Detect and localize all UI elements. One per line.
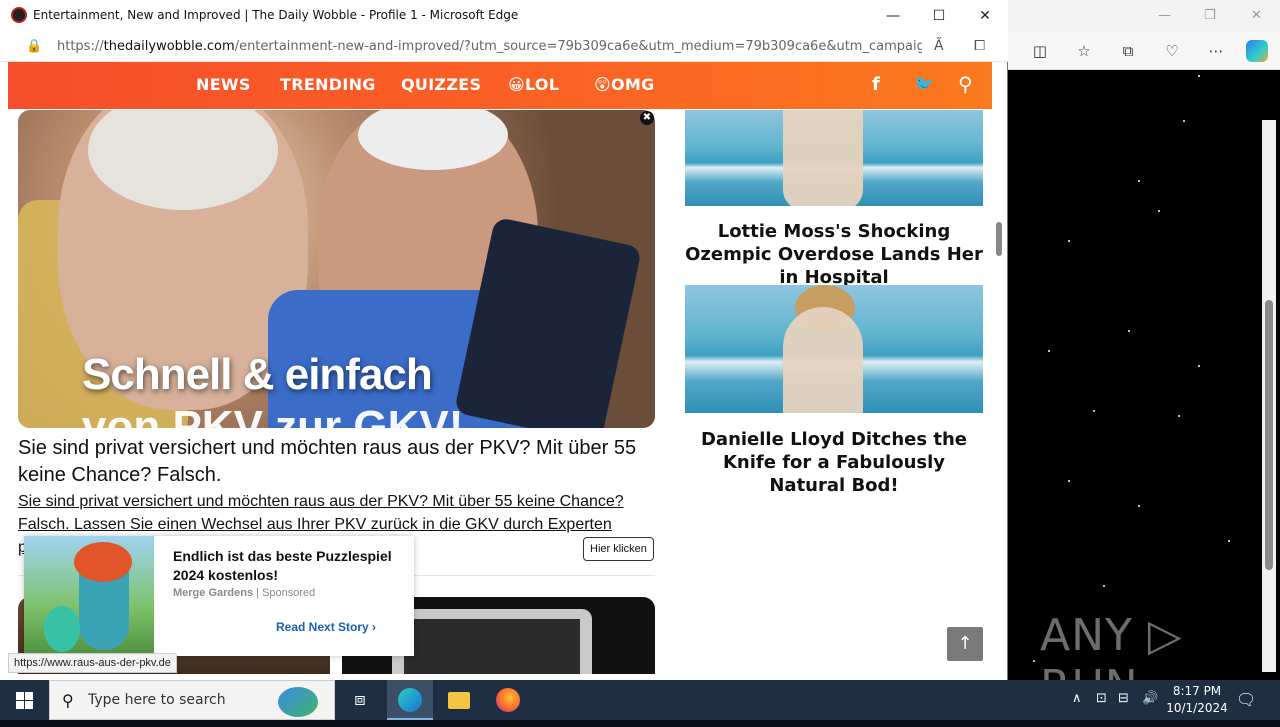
minimize-button[interactable]: —: [870, 4, 916, 28]
edge-taskbar-icon[interactable]: [387, 680, 433, 720]
task-view-icon[interactable]: ⧈: [337, 680, 383, 720]
app-available-icon[interactable]: ⧠: [974, 38, 985, 54]
split-screen-icon[interactable]: ◫: [1030, 41, 1050, 61]
maximize-button[interactable]: ☐: [916, 4, 962, 28]
hier-klicken-button[interactable]: Hier klicken: [583, 537, 654, 561]
twitter-icon[interactable]: 🐦: [914, 74, 934, 93]
browser-window: Entertainment, New and Improved | The Da…: [0, 0, 1008, 680]
taskbar-search-box[interactable]: ⚲ Type here to search: [49, 680, 335, 720]
sidebar-story-image-2[interactable]: [685, 285, 983, 413]
sidebar-story-image-1[interactable]: [685, 110, 983, 206]
url-text[interactable]: https://thedailywobble.com/entertainment…: [57, 39, 922, 54]
close-icon[interactable]: ✕: [1251, 8, 1262, 23]
start-button[interactable]: [0, 680, 48, 720]
popup-title[interactable]: Endlich ist das beste Puzzlespiel 2024 k…: [173, 547, 403, 585]
chevron-up-icon[interactable]: ∧: [1072, 691, 1082, 706]
right-scrollbar[interactable]: [1262, 120, 1276, 672]
nav-lol[interactable]: 😀LOL: [508, 75, 559, 94]
nav-quizzes[interactable]: QUIZZES: [401, 75, 481, 94]
nav-news[interactable]: NEWS: [196, 75, 251, 94]
read-aloud-icon[interactable]: A̋: [934, 38, 944, 54]
more-icon[interactable]: ⋯: [1206, 41, 1226, 61]
firefox-icon[interactable]: [485, 680, 531, 720]
lock-icon[interactable]: 🔒: [26, 39, 42, 54]
close-button[interactable]: ✕: [962, 4, 1008, 28]
close-ad-icon[interactable]: ✖: [640, 111, 654, 125]
window-title: Entertainment, New and Improved | The Da…: [33, 8, 519, 22]
sidebar-story-title-2[interactable]: Danielle Lloyd Ditches the Knife for a F…: [685, 428, 983, 497]
title-bar: Entertainment, New and Improved | The Da…: [0, 0, 1008, 32]
nav-trending[interactable]: TRENDING: [280, 75, 376, 94]
article-hero-image[interactable]: Schnell & einfach von PKV zur GKV!: [18, 110, 655, 428]
desktop-background: [1008, 0, 1280, 680]
notifications-icon[interactable]: 🗨: [1236, 690, 1256, 709]
puzzle-game-image[interactable]: [24, 536, 154, 656]
nav-omg[interactable]: 😲OMG: [594, 75, 655, 94]
restore-icon[interactable]: ❐: [1204, 8, 1216, 23]
search-icon[interactable]: ⚲: [958, 72, 973, 96]
taskbar: ⚲ Type here to search ⧈ ∧ ⊡ ⊟ 🔊 8:17 PM …: [0, 680, 1280, 720]
sidebar-story-title-1[interactable]: Lottie Moss's Shocking Ozempic Overdose …: [685, 220, 983, 289]
meet-now-icon[interactable]: ⊡: [1096, 691, 1107, 706]
edge-toolbar: ◫ ☆ ⧉ ♡ ⋯: [1008, 32, 1280, 70]
address-bar[interactable]: 🔒 https://thedailywobble.com/entertainme…: [0, 32, 1008, 62]
network-icon[interactable]: ⊟: [1118, 691, 1129, 706]
facebook-icon[interactable]: f: [872, 74, 880, 95]
site-favicon-icon: [11, 7, 27, 23]
search-icon: ⚲: [62, 691, 74, 710]
minimize-icon[interactable]: —: [1158, 8, 1171, 23]
search-highlight-icon: [278, 687, 318, 717]
hero-caption-cut: von PKV zur GKV!: [82, 402, 464, 428]
background-window-controls: — ❐ ✕: [1008, 0, 1280, 32]
search-placeholder: Type here to search: [88, 692, 226, 708]
browser-essentials-icon[interactable]: ♡: [1162, 41, 1182, 61]
hero-caption: Schnell & einfach: [82, 350, 433, 399]
collections-icon[interactable]: ⧉: [1118, 41, 1138, 61]
taskbar-clock[interactable]: 8:17 PM 10/1/2024: [1166, 683, 1228, 717]
copilot-icon[interactable]: [1246, 40, 1268, 62]
article-headline[interactable]: Sie sind privat versichert und möchten r…: [18, 435, 658, 489]
site-nav: NEWS TRENDING QUIZZES 😀LOL 😲OMG f 🐦 ⚲: [8, 62, 992, 109]
popup-brand: Merge Gardens | Sponsored: [173, 587, 316, 599]
back-to-top-button[interactable]: ↑: [947, 627, 983, 661]
read-next-story-link[interactable]: Read Next Story ›: [276, 620, 376, 634]
favorites-icon[interactable]: ☆: [1074, 41, 1094, 61]
sponsored-popup[interactable]: Endlich ist das beste Puzzlespiel 2024 k…: [24, 536, 414, 656]
status-url: https://www.raus-aus-der-pkv.de: [8, 653, 177, 673]
volume-icon[interactable]: 🔊: [1142, 691, 1158, 706]
page-scrollbar[interactable]: [993, 62, 1007, 674]
file-explorer-icon[interactable]: [436, 680, 482, 720]
